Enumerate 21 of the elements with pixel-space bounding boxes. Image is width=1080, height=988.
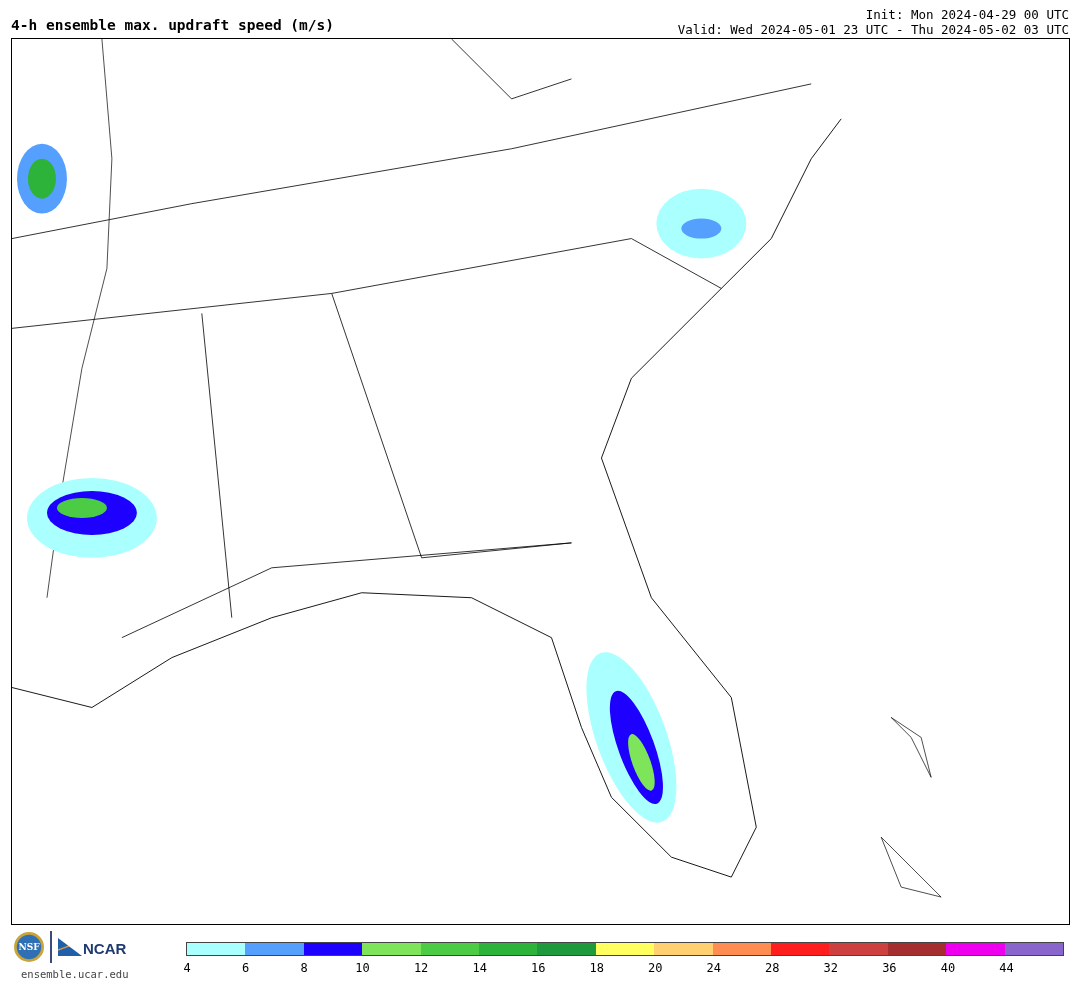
- ncar-wordmark: NCAR: [83, 941, 127, 956]
- tick-label: 4: [183, 961, 191, 975]
- tick-label: 32: [823, 961, 839, 975]
- init-time: Init: Mon 2024-04-29 00 UTC: [864, 7, 1069, 22]
- nsf-seal-logo: NSF: [14, 932, 44, 962]
- tick-label: 40: [940, 961, 956, 975]
- tick-label: 12: [413, 961, 429, 975]
- tick-label: 28: [765, 961, 780, 975]
- tick-label: 24: [706, 961, 721, 975]
- tick-label: 36: [882, 961, 897, 975]
- tick-label: 10: [355, 961, 370, 975]
- tick-label: 44: [999, 961, 1014, 975]
- chart-title: 4-h ensemble max. updraft speed (m/s): [11, 17, 334, 35]
- tick-label: 6: [241, 961, 250, 975]
- tick-label: 18: [589, 961, 604, 975]
- tick-label: 14: [472, 961, 487, 975]
- site-url: ensemble.ucar.edu: [20, 968, 129, 980]
- tick-label: 8: [300, 961, 308, 975]
- tick-label: 20: [648, 961, 663, 975]
- tick-label: 16: [530, 961, 546, 975]
- valid-time: Valid: Wed 2024-05-01 23 UTC - Thu 2024-05-02 03 UTC: [677, 22, 1069, 37]
